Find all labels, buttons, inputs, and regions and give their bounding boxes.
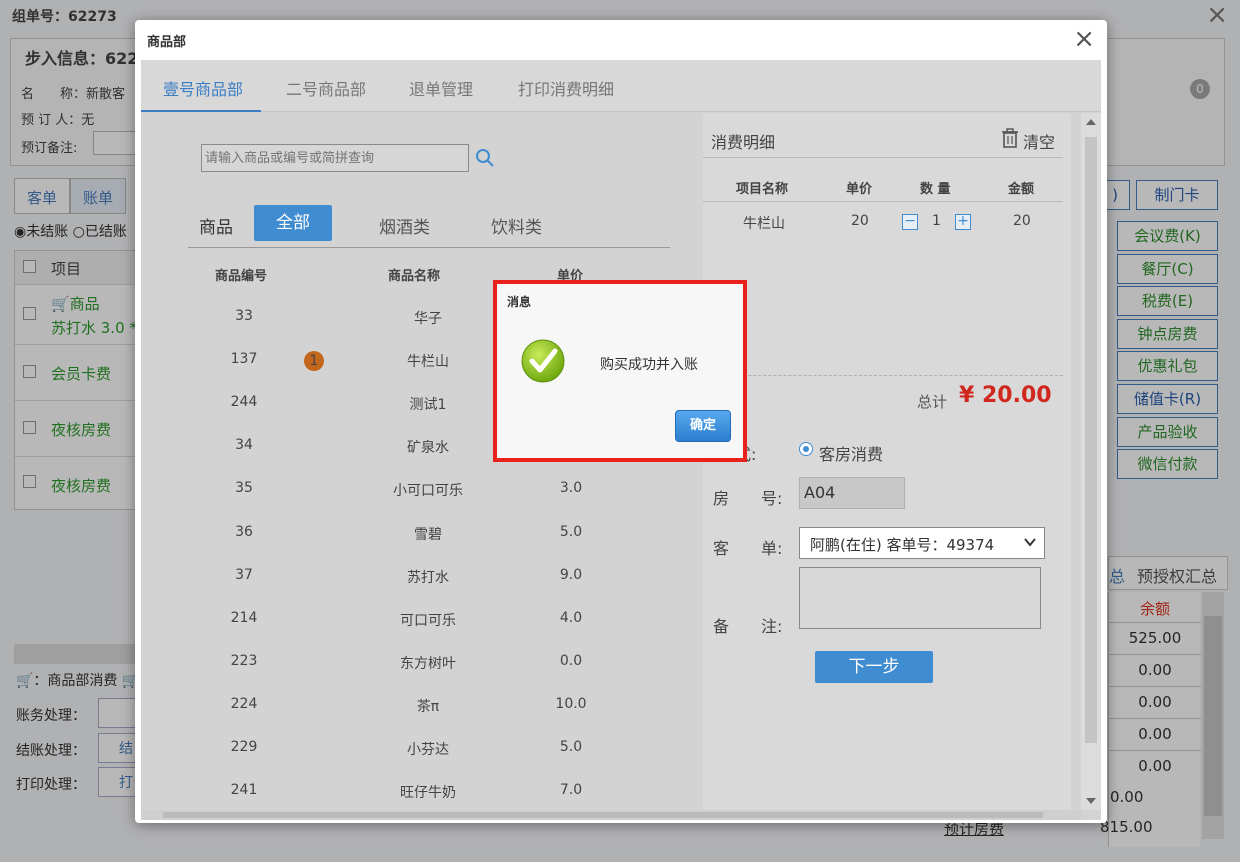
next-step-button[interactable]: 下一步: [815, 651, 933, 683]
modal-title: 商品部: [147, 35, 187, 50]
total-label: 总计: [917, 393, 948, 411]
room-charge-radio[interactable]: [799, 442, 813, 456]
product-row[interactable]: 36 雪碧 5.0: [141, 524, 701, 567]
remark-label: 备 注:: [713, 617, 783, 636]
product-name: 小芬达: [407, 742, 449, 758]
product-id: 33: [235, 308, 253, 324]
product-row[interactable]: 35 小可口可乐 3.0: [141, 480, 701, 523]
clear-button[interactable]: 清空: [1023, 129, 1055, 153]
tab-print-detail[interactable]: 打印消费明细: [518, 76, 614, 100]
product-id: 37: [235, 566, 253, 583]
message-title: 消息: [507, 295, 532, 309]
category-tobacco-alcohol[interactable]: 烟酒类: [379, 213, 430, 238]
product-price: 3.0: [559, 480, 583, 497]
product-id: 244: [230, 394, 258, 411]
total-divider: [703, 375, 1063, 376]
guest-bill-label: 客 单:: [713, 539, 783, 558]
product-name: 苏打水: [407, 569, 449, 586]
ok-button[interactable]: 确定: [675, 410, 731, 442]
close-icon[interactable]: ×: [1073, 24, 1095, 54]
room-number-field: A04: [799, 477, 905, 509]
quantity-minus-button[interactable]: −: [902, 214, 918, 230]
product-name: 测试1: [409, 397, 447, 414]
tab-dept-one[interactable]: 壹号商品部: [163, 76, 243, 100]
product-id: 229: [230, 739, 258, 755]
product-name: 小可口可乐: [393, 483, 463, 500]
product-row[interactable]: 37 苏打水 9.0: [141, 567, 701, 610]
product-id: 137: [230, 351, 258, 368]
header-price: 单价: [846, 182, 873, 197]
consume-header-divider: [703, 201, 1063, 202]
modal-tabs: 壹号商品部 二号商品部 退单管理 打印消费明细: [141, 60, 1101, 112]
header-amount: 金额: [1008, 182, 1035, 197]
guest-bill-select[interactable]: 阿鹏(在住) 客单号：49374: [799, 527, 1045, 559]
category-all-button[interactable]: 全部: [254, 205, 332, 241]
consume-item-qty: 1: [932, 213, 941, 229]
category-beverage[interactable]: 饮料类: [491, 213, 542, 238]
product-row[interactable]: 229 小芬达 5.0: [141, 739, 701, 782]
modal-horizontal-scrollbar[interactable]: [141, 810, 1081, 820]
product-id: 224: [230, 695, 258, 712]
header-product-id: 商品编号: [215, 269, 268, 284]
product-row[interactable]: 223 东方树叶 0.0: [141, 653, 701, 696]
consume-item-price: 20: [851, 213, 869, 229]
product-id: 241: [230, 782, 258, 799]
product-name: 牛栏山: [407, 354, 449, 371]
room-number-label: 房 号:: [713, 489, 783, 508]
success-check-icon: [521, 339, 565, 383]
guest-bill-value: 阿鹏(在住) 客单号：49374: [810, 536, 995, 554]
trash-icon[interactable]: [1001, 128, 1019, 148]
product-price: 9.0: [559, 566, 583, 583]
product-name: 可口可乐: [400, 612, 456, 629]
product-price: 4.0: [559, 609, 583, 626]
product-id: 35: [235, 480, 253, 497]
product-name: 茶π: [416, 698, 440, 715]
product-name: 矿泉水: [407, 440, 449, 457]
product-price: 10.0: [555, 695, 587, 712]
modal-vertical-scrollbar[interactable]: [1081, 113, 1101, 810]
message-dialog: 消息 购买成功并入账 确定: [493, 280, 747, 462]
product-id: 34: [235, 437, 253, 454]
active-tab-indicator: [141, 110, 261, 112]
header-product-name: 商品名称: [388, 269, 441, 284]
product-row[interactable]: 214 可口可乐 4.0: [141, 610, 701, 653]
category-label: 商品: [199, 218, 233, 238]
category-divider: [188, 247, 670, 248]
product-name: 雪碧: [414, 526, 442, 543]
product-price: 5.0: [559, 523, 583, 540]
quantity-plus-button[interactable]: +: [955, 214, 971, 230]
total-value: ¥ 20.00: [959, 383, 1052, 408]
tab-dept-two[interactable]: 二号商品部: [286, 76, 366, 100]
consume-divider: [703, 157, 1063, 158]
product-name: 华子: [414, 311, 442, 327]
cart-count-badge: 1: [304, 351, 324, 372]
product-id: 223: [230, 652, 258, 669]
remark-textarea[interactable]: [799, 567, 1041, 629]
product-price: 5.0: [559, 739, 583, 755]
payment-method-value: 客房消费: [819, 445, 884, 464]
product-price: 0.0: [559, 652, 583, 669]
product-price: 7.0: [559, 782, 583, 799]
product-name: 旺仔牛奶: [400, 785, 456, 802]
chevron-down-icon: [1024, 538, 1036, 547]
consume-pane: 消费明细 清空 项目名称 单价 数 量 金额 牛栏山 20 − 1 + 20 总…: [703, 113, 1071, 810]
header-quantity: 数 量: [920, 182, 951, 197]
tab-refund[interactable]: 退单管理: [409, 76, 473, 100]
consume-item-name: 牛栏山: [743, 216, 785, 232]
consume-item-amount: 20: [1013, 213, 1031, 229]
product-search-input[interactable]: [201, 144, 469, 172]
product-id: 36: [235, 523, 253, 540]
header-item-name: 项目名称: [736, 182, 789, 197]
search-icon[interactable]: [474, 147, 496, 169]
product-name: 东方树叶: [400, 655, 456, 672]
product-id: 214: [230, 609, 258, 626]
message-text: 购买成功并入账: [600, 357, 698, 373]
product-row[interactable]: 224 茶π 10.0: [141, 696, 701, 739]
consume-title: 消费明细: [711, 133, 776, 152]
